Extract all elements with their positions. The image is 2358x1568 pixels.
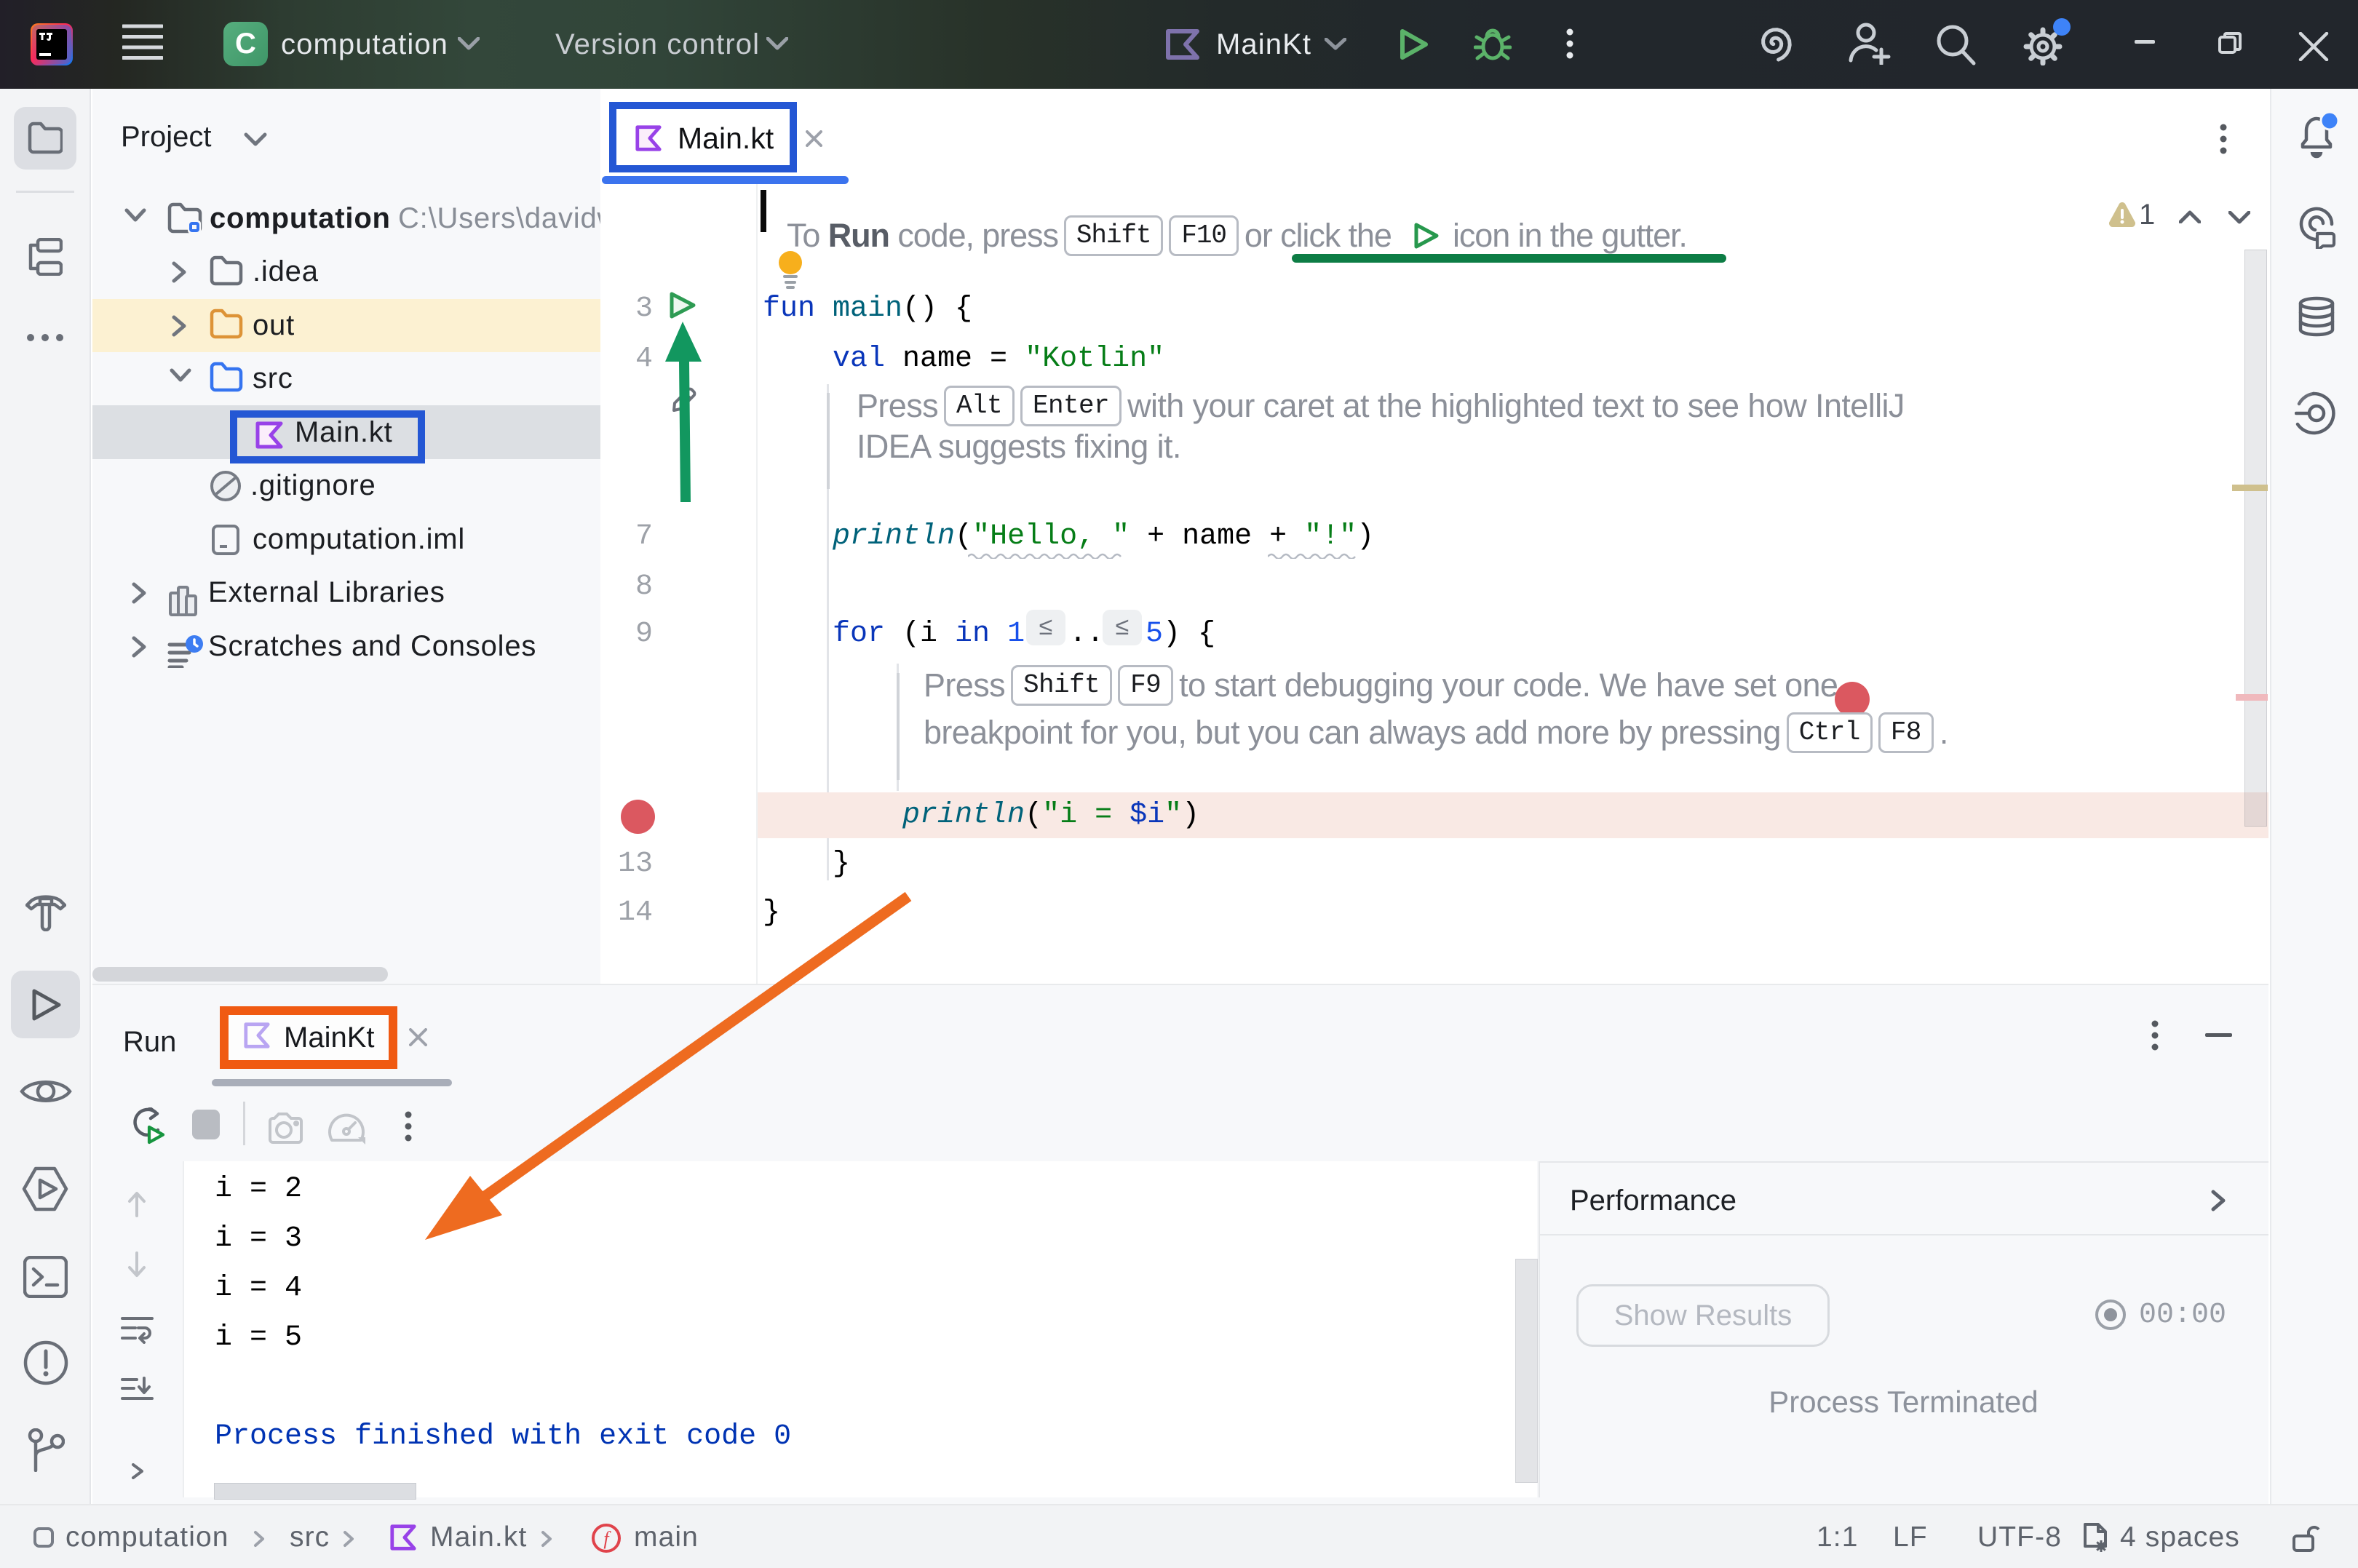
svg-text:f: f	[603, 1528, 611, 1549]
